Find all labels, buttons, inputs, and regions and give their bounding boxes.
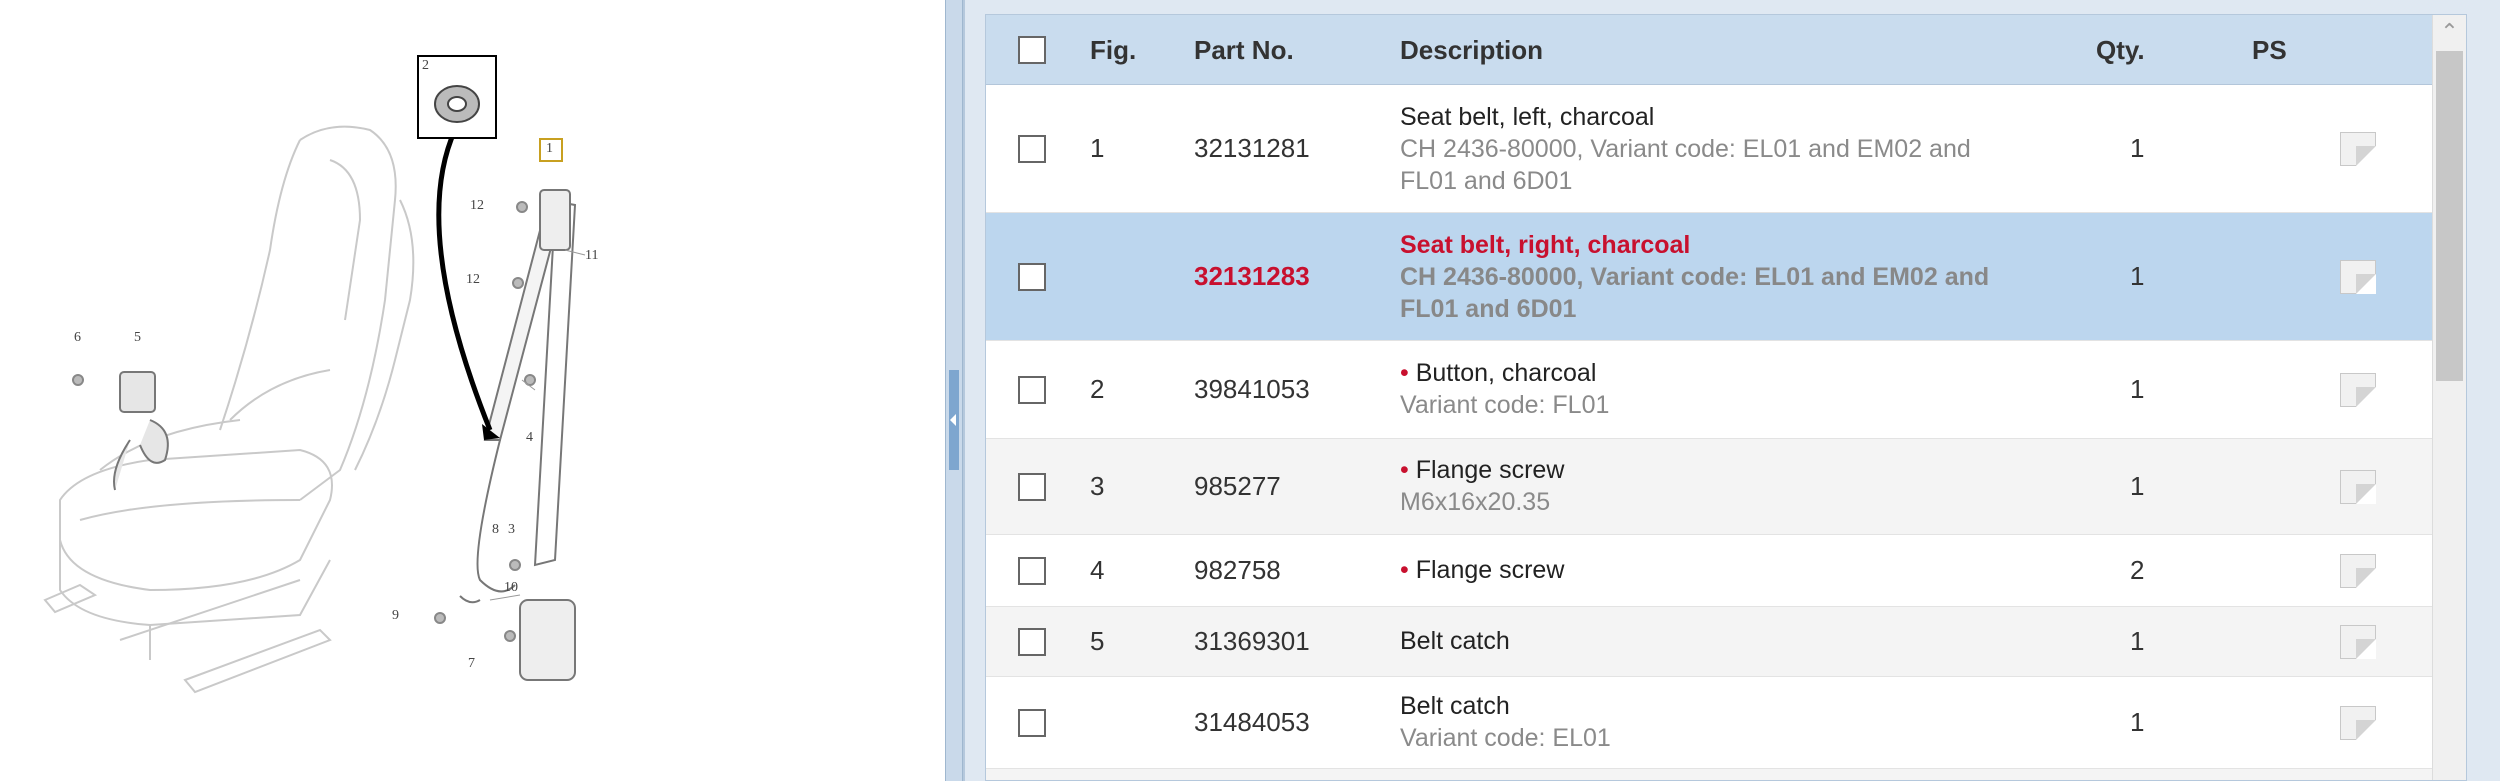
table-row[interactable]: 3 985277 • Flange screw M6x16x20.35 1	[986, 439, 2434, 535]
table-row[interactable]: 4 982758 • Flange screw 2	[986, 535, 2434, 607]
part-variant: CH 2436-80000, Variant code: EL01 and EM…	[1400, 135, 1971, 195]
vertical-scrollbar[interactable]: ⌃	[2432, 15, 2466, 780]
part-name-text: Flange screw	[1415, 556, 1565, 584]
row-checkbox[interactable]	[1018, 473, 1046, 501]
scroll-up-icon[interactable]: ⌃	[2433, 15, 2466, 49]
fig-number: 2	[1090, 374, 1105, 404]
part-description: • Flange screw M6x16x20.35	[1400, 454, 2020, 518]
table-row[interactable]: 5 31369301 Belt catch 1	[986, 607, 2434, 677]
table-row[interactable]: 1 32131281 Seat belt, left, charcoal CH …	[986, 85, 2434, 213]
collapse-handle[interactable]	[949, 370, 959, 470]
row-checkbox[interactable]	[1018, 263, 1046, 291]
callout-3: 3	[508, 522, 515, 537]
callout-12b: 12	[466, 272, 480, 287]
part-name-text: Flange screw	[1415, 456, 1565, 484]
parts-panel: Fig. Part No. Description Qty. PS 1 3213…	[963, 0, 2500, 781]
bullet-marker: •	[1400, 556, 1409, 584]
callout-7: 7	[468, 656, 475, 671]
part-description: Seat belt, right, charcoal CH 2436-80000…	[1400, 229, 2020, 325]
callout-10: 10	[504, 580, 518, 595]
parts-diagram: 2 1 12 11 12 6 5 4 8 3 10 9 7	[0, 0, 945, 781]
part-variant: CH 2436-80000, Variant code: EL01 and EM…	[1400, 263, 1990, 323]
select-all-checkbox[interactable]	[1018, 36, 1046, 64]
table-header: Fig. Part No. Description Qty. PS	[986, 15, 2434, 85]
row-checkbox[interactable]	[1018, 628, 1046, 656]
part-variant: Variant code: FL01	[1400, 391, 1610, 419]
part-name: Seat belt, left, charcoal	[1400, 103, 1655, 131]
table-row[interactable]: 2 39841053 • Button, charcoal Variant co…	[986, 341, 2434, 439]
table-row-partial[interactable]	[986, 769, 2434, 780]
header-qty[interactable]: Qty.	[2096, 15, 2145, 85]
note-icon[interactable]	[2340, 373, 2376, 407]
part-number[interactable]: 985277	[1194, 471, 1281, 502]
row-checkbox[interactable]	[1018, 709, 1046, 737]
part-number[interactable]: 982758	[1194, 555, 1281, 586]
part-variant: M6x16x20.35	[1400, 488, 1551, 516]
bullet-marker: •	[1400, 359, 1409, 387]
callout-5: 5	[134, 330, 141, 345]
part-description: Seat belt, left, charcoal CH 2436-80000,…	[1400, 101, 2020, 197]
header-description[interactable]: Description	[1400, 15, 1543, 85]
part-name: • Flange screw	[1400, 554, 2020, 586]
callout-6: 6	[74, 330, 81, 345]
note-icon[interactable]	[2340, 132, 2376, 166]
quantity: 1	[2130, 471, 2145, 501]
fig-number: 1	[1090, 133, 1105, 163]
row-checkbox[interactable]	[1018, 135, 1046, 163]
part-number[interactable]: 31369301	[1194, 626, 1310, 657]
callout-1: 1	[546, 141, 553, 156]
fig-number: 3	[1090, 471, 1105, 501]
header-fig[interactable]: Fig.	[1090, 15, 1136, 85]
part-number[interactable]: 39841053	[1194, 374, 1310, 405]
panel-splitter[interactable]	[945, 0, 963, 781]
part-number[interactable]: 31484053	[1194, 707, 1310, 738]
header-ps[interactable]: PS	[2252, 15, 2287, 85]
part-variant: Variant code: EL01	[1400, 724, 1611, 752]
bullet-marker: •	[1400, 456, 1409, 484]
note-icon[interactable]	[2340, 470, 2376, 504]
note-icon[interactable]	[2340, 260, 2376, 294]
callout-9: 9	[392, 608, 399, 623]
part-name: Seat belt, right, charcoal	[1400, 231, 1691, 259]
quantity: 1	[2130, 261, 2145, 291]
part-description: • Button, charcoal Variant code: FL01	[1400, 357, 2020, 421]
fig-number: 5	[1090, 626, 1105, 656]
row-checkbox[interactable]	[1018, 557, 1046, 585]
note-icon[interactable]	[2340, 625, 2376, 659]
scrollbar-thumb[interactable]	[2436, 51, 2463, 381]
part-name-text: Button, charcoal	[1415, 359, 1597, 387]
part-name: • Button, charcoal	[1400, 357, 2020, 389]
quantity: 1	[2130, 626, 2145, 656]
header-part-no[interactable]: Part No.	[1194, 15, 1294, 85]
quantity: 1	[2130, 707, 2145, 737]
fig-number: 4	[1090, 555, 1105, 585]
callout-11: 11	[585, 248, 599, 263]
table-row-selected[interactable]: 32131283 Seat belt, right, charcoal CH 2…	[986, 213, 2434, 341]
note-icon[interactable]	[2340, 706, 2376, 740]
part-description: Belt catch	[1400, 625, 2020, 657]
quantity: 1	[2130, 133, 2145, 163]
part-name: • Flange screw	[1400, 454, 2020, 486]
callout-4: 4	[526, 430, 533, 445]
part-name: Belt catch	[1400, 692, 1510, 720]
note-icon[interactable]	[2340, 554, 2376, 588]
parts-table: Fig. Part No. Description Qty. PS 1 3213…	[985, 14, 2467, 781]
part-description: • Flange screw	[1400, 554, 2020, 586]
part-number[interactable]: 32131283	[1194, 261, 1310, 292]
part-name: Belt catch	[1400, 627, 1510, 655]
part-number[interactable]: 32131281	[1194, 133, 1310, 164]
row-checkbox[interactable]	[1018, 376, 1046, 404]
quantity: 1	[2130, 374, 2145, 404]
table-row[interactable]: 31484053 Belt catch Variant code: EL01 1	[986, 677, 2434, 769]
callout-12a: 12	[470, 198, 484, 213]
quantity: 2	[2130, 555, 2145, 585]
callout-8: 8	[492, 522, 499, 537]
part-description: Belt catch Variant code: EL01	[1400, 690, 2020, 754]
callout-2: 2	[422, 58, 429, 73]
